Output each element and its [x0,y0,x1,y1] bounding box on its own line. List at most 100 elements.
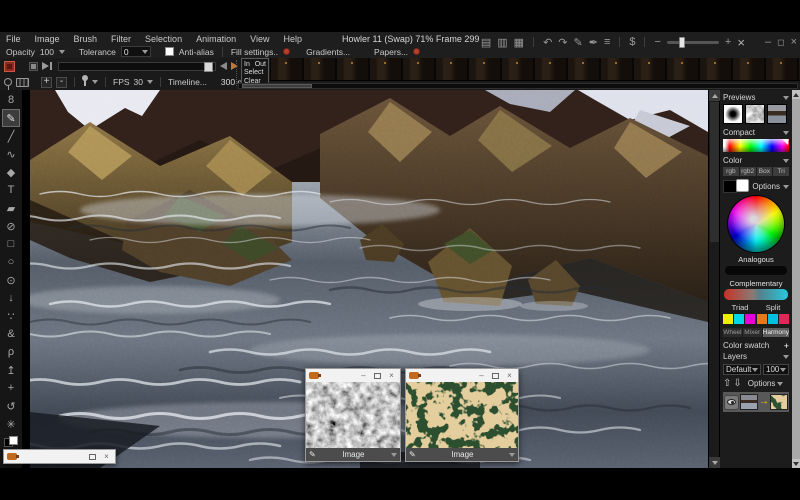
color-options-dropdown-icon[interactable] [783,185,789,189]
star-tool[interactable]: ✳ [2,415,20,433]
split-chip-1[interactable] [757,314,767,324]
primary-color-swatch[interactable] [736,179,750,192]
terrain-window-canvas[interactable] [406,382,518,448]
texture-window-canvas[interactable] [306,382,400,448]
line-tool[interactable]: ╱ [2,127,20,145]
menu-help[interactable]: Help [283,34,302,44]
texture-window[interactable]: – × ✎ Image [305,368,401,462]
texture-maximize-button[interactable] [374,373,381,379]
previews-collapse-icon[interactable] [783,96,789,100]
gradients-button[interactable]: Gradients... [306,47,350,57]
ellipse-tool[interactable]: ○ [2,253,20,271]
vscroll-thumb[interactable] [710,102,719,242]
layer-up-button[interactable]: ⇧ [723,378,731,389]
minimize-button[interactable]: – [765,36,771,48]
undo-icon[interactable]: ↶ [543,36,552,49]
tab-box[interactable]: Box [757,167,773,176]
previews-header[interactable]: Previews [723,92,789,103]
canvas-vscrollbar[interactable] [708,90,719,468]
split-chip-2[interactable] [768,314,778,324]
color-wheel[interactable] [728,196,784,252]
prev-frame-icon[interactable] [220,62,227,70]
texture-minimize-button[interactable]: – [358,370,369,381]
layer-mode-dropdown[interactable]: Default [723,364,761,375]
scroll-down-button[interactable] [709,457,720,468]
tab-harmony[interactable]: Harmony [763,328,789,337]
zoom-out-icon[interactable]: − [654,36,660,48]
remove-frame-button[interactable]: - [56,77,67,88]
brush-preview-thumb[interactable] [723,104,743,124]
image-preview-thumb[interactable] [767,104,787,124]
split-chip-3[interactable] [779,314,789,324]
filled-rect-tool[interactable]: ▰ [2,199,20,217]
select-button[interactable]: Select [244,69,266,76]
collapsed-maximize-button[interactable] [89,454,96,460]
add-frame-button[interactable]: + [41,77,52,88]
in-button[interactable]: In [244,61,250,68]
triad-chip-2[interactable] [734,314,744,324]
swap-buffer-icon[interactable]: ▦ [514,36,524,49]
texture-edit-icon[interactable]: ✎ [309,450,316,459]
panel-scrollbar[interactable] [792,90,800,468]
stop-button[interactable] [29,62,38,71]
texture-preview-thumb[interactable] [745,104,765,124]
lasso-tool[interactable]: ρ [2,343,20,361]
color-header[interactable]: Color [723,155,789,166]
dropper-tool[interactable]: ↓ [2,289,20,307]
triad-chip-3[interactable] [745,314,755,324]
layers-options-caret[interactable] [777,382,783,386]
terrain-minimize-button[interactable]: – [476,370,487,381]
hand-tool[interactable]: & [2,325,20,343]
rotate-tool[interactable]: ↺ [2,397,20,415]
menu-view[interactable]: View [250,34,269,44]
fill-settings-color-dot[interactable] [283,48,290,55]
terrain-close-button[interactable]: × [504,370,515,381]
rect-tool[interactable]: □ [2,235,20,253]
terrain-window-titlebar[interactable]: – × [406,369,518,382]
menu-brush[interactable]: Brush [74,34,98,44]
pin-tool[interactable]: 8 [2,91,20,109]
menu-animation[interactable]: Animation [196,34,236,44]
color-options-button[interactable]: Options [752,182,780,191]
layer-visibility-button[interactable] [724,395,739,410]
texture-window-dropdown-icon[interactable] [391,453,397,457]
move-tool[interactable]: + [2,379,20,397]
tab-wheel[interactable]: Wheel [723,328,742,337]
pin-frame-icon[interactable] [84,78,86,86]
secondary-color-swatch[interactable] [723,180,737,193]
out-button[interactable]: Out [255,61,266,68]
play-button[interactable] [42,61,54,72]
compact-collapse-icon[interactable] [783,131,789,135]
color-swatch-header[interactable]: Color swatch + [723,340,789,351]
tolerance-value-box[interactable]: 0 [121,46,151,57]
compact-color-picker[interactable] [723,139,789,152]
brush-icon[interactable]: ✒ [589,36,598,49]
panel-scroll-up[interactable] [792,90,800,99]
text-tool[interactable]: T [2,181,20,199]
pin-dropdown-icon[interactable] [92,80,98,84]
record-button[interactable] [4,61,15,72]
video-icon[interactable] [16,78,29,87]
close-button[interactable]: × [791,36,797,48]
terrain-edit-icon[interactable]: ✎ [409,450,416,459]
menu-image[interactable]: Image [35,34,60,44]
pen-icon[interactable]: ✎ [574,36,583,49]
layers-options-button[interactable]: Options [748,379,776,388]
panel-scroll-down[interactable] [792,459,800,468]
frame-slider[interactable] [58,62,216,71]
menu-icon[interactable]: ≡ [604,36,610,48]
scroll-up-button[interactable] [709,90,720,101]
layers-header[interactable]: Layers [723,351,789,362]
money-icon[interactable]: $ [629,36,635,48]
collapsed-close-button[interactable]: × [101,451,112,462]
filmstrip-scrollbar[interactable] [238,83,798,89]
foreground-color-chip[interactable] [9,436,18,445]
zoom-tool[interactable]: ⊙ [2,271,20,289]
onion-skin-icon[interactable] [4,78,12,86]
polygon-tool[interactable]: ◆ [2,163,20,181]
spray-tool[interactable]: ∵ [2,307,20,325]
layers-collapse-icon[interactable] [783,355,789,359]
menu-selection[interactable]: Selection [145,34,182,44]
layer-thumbnail-image[interactable] [740,394,758,410]
fps-value[interactable]: 30 [134,77,143,87]
